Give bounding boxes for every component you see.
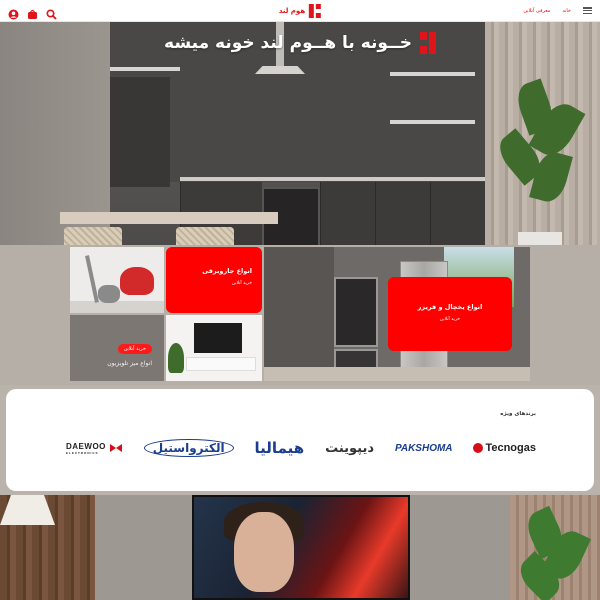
banner-tv-screen	[192, 495, 410, 600]
fridge-category-card[interactable]: انواع یخچال و فریزر خرید آنلاین	[388, 277, 512, 351]
tv-promo-banner[interactable]	[0, 495, 600, 600]
hero-countertop	[180, 177, 485, 181]
hero-headline: خــونه با هــوم لند خونه میشه	[0, 32, 600, 54]
main-nav: معرفی آنلاین خانه	[523, 7, 592, 14]
search-icon[interactable]	[46, 5, 57, 20]
hero-cabinet	[430, 182, 485, 245]
brand-name: هوم لند	[278, 6, 306, 15]
hero-shelf	[110, 67, 180, 71]
fridge-category-cta[interactable]: خرید آنلاین	[388, 317, 512, 322]
brands-section-title: برندهای ویژه	[500, 411, 536, 417]
hero-headline-text: خــونه با هــوم لند خونه میشه	[164, 33, 412, 53]
tv-stand-image-tile[interactable]	[166, 315, 262, 381]
cart-icon[interactable]	[27, 5, 38, 19]
header-actions	[8, 5, 57, 20]
hero-logo-icon	[419, 32, 436, 54]
banner-plant	[513, 500, 592, 600]
tv-stand-category-card[interactable]: خرید آنلاین انواع میز تلویزیون	[70, 315, 164, 381]
brand-logo-tecnogas[interactable]: Tecnogas	[473, 442, 536, 454]
brand-name: DAEWOO	[66, 441, 106, 451]
brand-logo-row: DAEWOO ELECTRONICS الکترواستیل هیمالیا د…	[66, 437, 536, 459]
brand-subname: ELECTRONICS	[66, 450, 99, 455]
top-navigation-bar: هوم لند معرفی آنلاین خانه	[0, 0, 600, 22]
hero-banner: خــونه با هــوم لند خونه میشه	[0, 22, 600, 245]
brand-name: Tecnogas	[485, 442, 536, 454]
tecnogas-mark-icon	[473, 443, 484, 453]
brand-logo-pakshoma[interactable]: PAKSHOMA	[395, 443, 453, 454]
hero-shelf	[390, 72, 475, 76]
hero-cabinet	[375, 182, 430, 245]
vacuum-category-cta[interactable]: خرید آنلاین	[202, 281, 252, 286]
vacuum-category-card[interactable]: انواع جاروبرقی خرید آنلاین	[166, 247, 262, 313]
featured-brands-panel: برندهای ویژه DAEWOO ELECTRONICS الکترواس…	[6, 389, 594, 491]
logo-icon	[309, 3, 322, 18]
brand-logo-daewoo[interactable]: DAEWOO ELECTRONICS	[66, 442, 123, 455]
hero-plant	[492, 72, 586, 242]
hero-shelf	[390, 120, 475, 124]
tv-stand-cta-pill[interactable]: خرید آنلاین	[117, 344, 152, 354]
brand-logo[interactable]: هوم لند	[278, 3, 322, 18]
category-section: انواع جاروبرقی خرید آنلاین خرید آنلاین ا…	[0, 245, 600, 385]
brand-logo-dipoint[interactable]: دیپوینت	[325, 441, 374, 456]
category-grid: انواع جاروبرقی خرید آنلاین خرید آنلاین ا…	[70, 247, 530, 382]
vacuum-image-tile[interactable]	[70, 247, 164, 313]
hero-chair	[64, 227, 122, 245]
fridge-category-title: انواع یخچال و فریزر	[417, 303, 483, 311]
nav-item-online[interactable]: معرفی آنلاین	[523, 8, 550, 14]
hero-chair	[176, 227, 234, 245]
hero-dining-table	[60, 212, 278, 224]
hero-tall-cabinet	[110, 77, 170, 187]
nav-item-home[interactable]: خانه	[562, 8, 571, 14]
user-icon[interactable]	[8, 5, 19, 20]
daewoo-mark-icon	[109, 443, 123, 453]
tv-stand-category-title: انواع میز تلویزیون	[107, 360, 152, 367]
hero-cabinet	[320, 182, 375, 245]
vacuum-category-title: انواع جاروبرقی	[202, 267, 252, 275]
brand-logo-electrosteel[interactable]: الکترواستیل	[143, 439, 234, 457]
brand-logo-himalia[interactable]: هیمالیا	[255, 439, 305, 457]
menu-icon[interactable]	[583, 7, 592, 14]
